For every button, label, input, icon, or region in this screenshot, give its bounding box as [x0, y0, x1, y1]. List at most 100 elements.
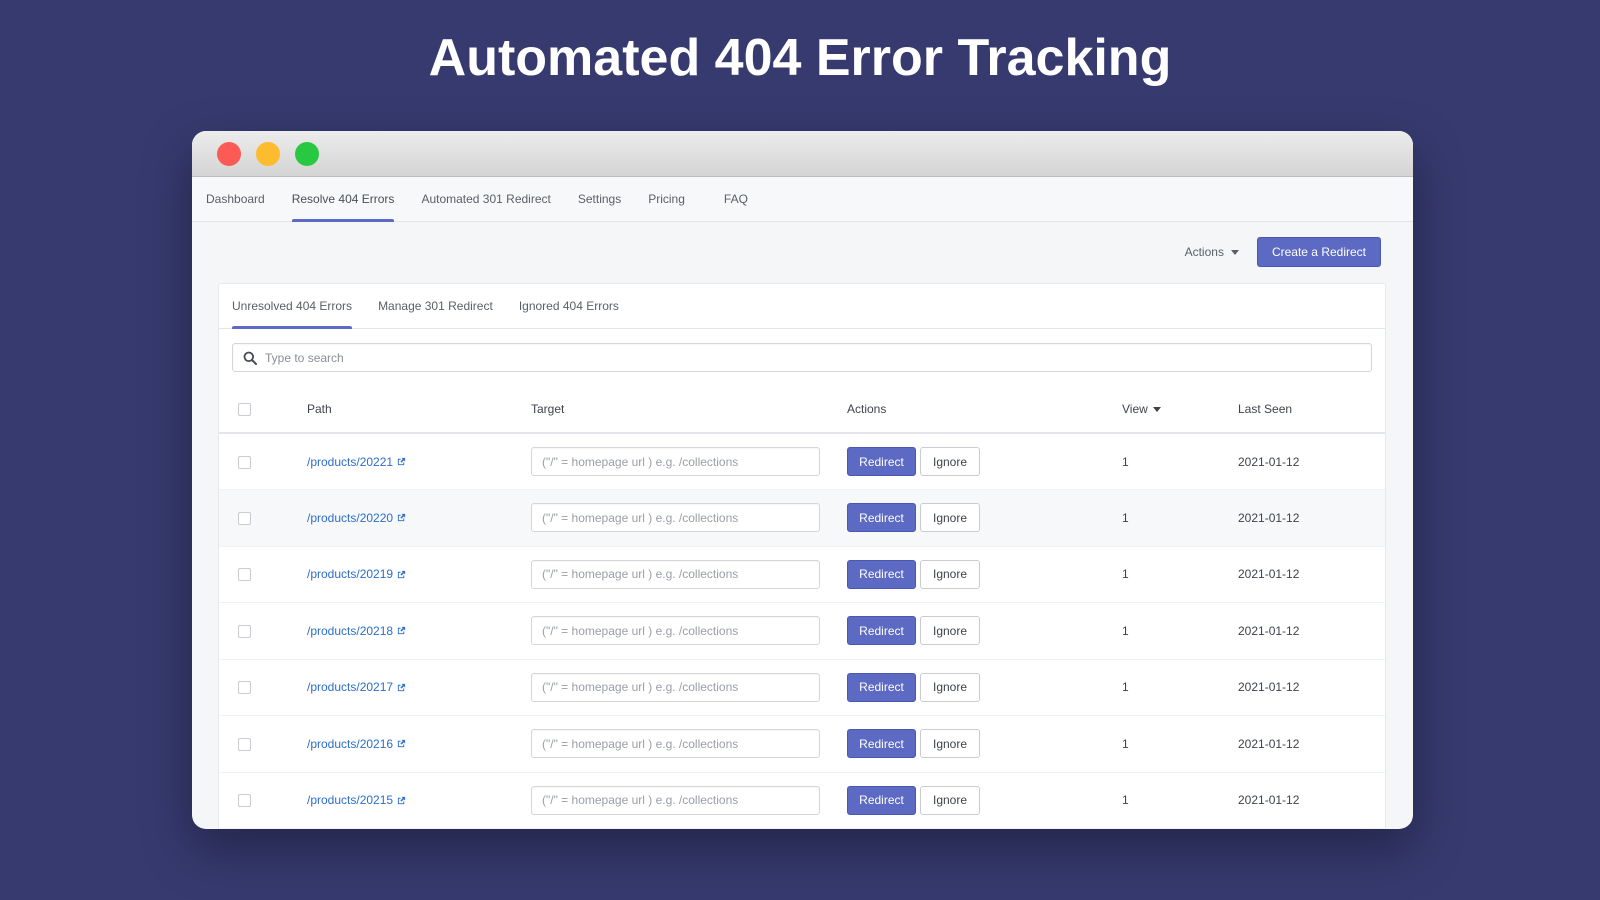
- ignore-button[interactable]: Ignore: [920, 672, 980, 702]
- path-text: /products/20219: [307, 567, 394, 582]
- search-box: [232, 343, 1372, 372]
- external-link-icon: [397, 627, 406, 635]
- ignore-button[interactable]: Ignore: [920, 559, 980, 589]
- row-actions: Redirect Ignore: [847, 447, 1122, 476]
- external-link-icon: [397, 740, 406, 748]
- sort-caret-down-icon: [1152, 406, 1161, 412]
- column-header-last-seen: Last Seen: [1238, 386, 1385, 434]
- page-toolbar: Actions Create a Redirect: [1185, 237, 1381, 267]
- external-link-icon: [397, 457, 406, 466]
- row-checkbox[interactable]: [238, 511, 251, 525]
- view-count: 1: [1122, 602, 1238, 660]
- page-headline: Automated 404 Error Tracking: [428, 29, 1172, 87]
- redirect-button[interactable]: Redirect: [847, 447, 916, 476]
- actions-dropdown[interactable]: Actions: [1185, 245, 1239, 259]
- redirect-button[interactable]: Redirect: [847, 729, 916, 759]
- table-row: /products/20218 Redirect Ignore 1 2021-0…: [219, 602, 1385, 660]
- row-actions: Redirect Ignore: [847, 503, 1122, 533]
- external-link-icon: [397, 796, 406, 804]
- last-seen-date: 2021-01-12: [1238, 546, 1385, 603]
- path-text: /products/20218: [307, 623, 394, 638]
- row-checkbox[interactable]: [238, 624, 251, 638]
- last-seen-date: 2021-01-12: [1238, 715, 1385, 773]
- row-actions: Redirect Ignore: [847, 616, 1122, 646]
- ignore-button[interactable]: Ignore: [920, 785, 980, 815]
- path-link[interactable]: /products/20215: [307, 793, 406, 807]
- errors-card: Unresolved 404 Errors Manage 301 Redirec…: [218, 283, 1386, 829]
- row-checkbox[interactable]: [238, 455, 251, 469]
- target-url-input[interactable]: [531, 503, 820, 533]
- row-checkbox[interactable]: [238, 568, 251, 582]
- last-seen-date: 2021-01-12: [1238, 489, 1385, 547]
- path-link[interactable]: /products/20219: [307, 567, 406, 581]
- redirect-button[interactable]: Redirect: [847, 785, 916, 815]
- nav-settings[interactable]: Settings: [578, 177, 621, 221]
- target-url-input[interactable]: [531, 729, 820, 759]
- path-text: /products/20215: [307, 793, 394, 808]
- ignore-button[interactable]: Ignore: [920, 447, 980, 476]
- nav-faq[interactable]: FAQ: [724, 177, 748, 221]
- ignore-button[interactable]: Ignore: [920, 616, 980, 646]
- target-url-input[interactable]: [531, 447, 820, 476]
- select-all-checkbox[interactable]: [238, 403, 251, 417]
- path-link[interactable]: /products/20217: [307, 680, 406, 694]
- redirect-button[interactable]: Redirect: [847, 559, 916, 589]
- nav-dashboard[interactable]: Dashboard: [206, 177, 265, 221]
- last-seen-date: 2021-01-12: [1238, 602, 1385, 660]
- path-link[interactable]: /products/20220: [307, 511, 406, 525]
- search-input[interactable]: [265, 350, 1371, 365]
- nav-resolve-404-errors[interactable]: Resolve 404 Errors: [291, 177, 394, 222]
- path-link[interactable]: /products/20221: [307, 455, 406, 469]
- view-count: 1: [1122, 772, 1238, 829]
- path-text: /products/20220: [307, 510, 394, 525]
- minimize-window-button[interactable]: [256, 142, 280, 166]
- column-header-view: View: [1122, 402, 1148, 416]
- tab-ignored-404-errors[interactable]: Ignored 404 Errors: [519, 284, 619, 328]
- external-link-icon: [397, 570, 406, 578]
- path-text: /products/20217: [307, 680, 394, 695]
- target-url-input[interactable]: [531, 785, 820, 815]
- ignore-button[interactable]: Ignore: [920, 729, 980, 759]
- target-url-input[interactable]: [531, 672, 820, 702]
- view-count: 1: [1122, 715, 1238, 773]
- path-link[interactable]: /products/20218: [307, 624, 406, 638]
- caret-down-icon: [1230, 249, 1239, 255]
- row-checkbox[interactable]: [238, 681, 251, 695]
- last-seen-date: 2021-01-12: [1238, 433, 1385, 490]
- row-checkbox[interactable]: [238, 794, 251, 808]
- table-row: /products/20220 Redirect Ignore 1 2021-0…: [219, 489, 1385, 547]
- external-link-icon: [397, 514, 406, 522]
- target-url-input[interactable]: [531, 559, 820, 589]
- target-url-input[interactable]: [531, 616, 820, 646]
- create-redirect-button[interactable]: Create a Redirect: [1256, 237, 1381, 267]
- last-seen-date: 2021-01-12: [1238, 659, 1385, 716]
- table-header-row: Path Target Actions View Last Seen: [219, 386, 1385, 434]
- window-titlebar: [192, 131, 1413, 177]
- ignore-button[interactable]: Ignore: [920, 503, 980, 533]
- view-count: 1: [1122, 489, 1238, 547]
- column-header-view-sort[interactable]: View: [1122, 402, 1161, 416]
- maximize-window-button[interactable]: [295, 142, 319, 166]
- path-link[interactable]: /products/20216: [307, 737, 406, 751]
- close-window-button[interactable]: [217, 142, 241, 166]
- path-text: /products/20221: [307, 454, 394, 469]
- tab-manage-301-redirect[interactable]: Manage 301 Redirect: [378, 284, 493, 328]
- row-actions: Redirect Ignore: [847, 785, 1122, 815]
- redirect-button[interactable]: Redirect: [847, 503, 916, 533]
- row-actions: Redirect Ignore: [847, 672, 1122, 702]
- row-actions: Redirect Ignore: [847, 559, 1122, 589]
- column-header-target: Target: [531, 386, 847, 434]
- redirect-button[interactable]: Redirect: [847, 616, 916, 646]
- last-seen-date: 2021-01-12: [1238, 772, 1385, 829]
- redirect-button[interactable]: Redirect: [847, 672, 916, 702]
- row-actions: Redirect Ignore: [847, 729, 1122, 759]
- view-count: 1: [1122, 659, 1238, 716]
- column-header-path: Path: [307, 386, 531, 434]
- row-checkbox[interactable]: [238, 737, 251, 751]
- app-window: Dashboard Resolve 404 Errors Automated 3…: [192, 131, 1413, 829]
- table-row: /products/20219 Redirect Ignore 1 2021-0…: [219, 546, 1385, 603]
- tab-unresolved-404-errors[interactable]: Unresolved 404 Errors: [232, 284, 353, 329]
- nav-automated-301-redirect[interactable]: Automated 301 Redirect: [421, 177, 550, 221]
- nav-pricing[interactable]: Pricing: [648, 177, 685, 221]
- table-row: /products/20217 Redirect Ignore 1 2021-0…: [219, 659, 1385, 716]
